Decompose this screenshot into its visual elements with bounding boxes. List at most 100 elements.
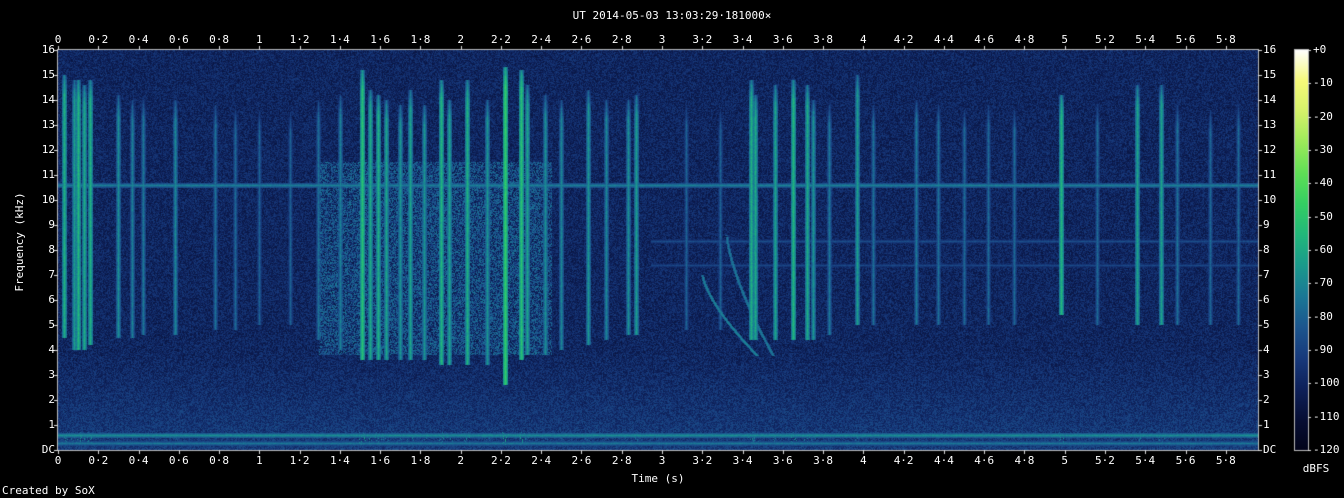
colorbar-tick-label: -20 bbox=[1313, 109, 1333, 123]
colorbar-tick-label: -60 bbox=[1313, 243, 1333, 256]
x-tick-label-top: 5 bbox=[1061, 33, 1069, 46]
colorbar-tick-label: -10 bbox=[1313, 76, 1333, 90]
x-tick-label-bottom: 3·8 bbox=[813, 454, 834, 467]
x-tick-label-top: 2·2 bbox=[491, 33, 511, 46]
x-tick-label-top: 4·2 bbox=[893, 33, 914, 46]
y-tick-label-left: 15 bbox=[41, 68, 55, 81]
x-tick-label-top: 5·8 bbox=[1215, 33, 1236, 46]
x-tick-label-bottom: 0·6 bbox=[168, 454, 189, 467]
x-tick-label-bottom: 0·4 bbox=[128, 454, 149, 467]
x-tick-label-top: 1·6 bbox=[370, 33, 391, 46]
y-tick-label-right: DC bbox=[1263, 443, 1277, 456]
x-tick-label-top: 1·8 bbox=[410, 33, 431, 46]
x-tick-label-top: 4·4 bbox=[933, 33, 954, 46]
y-tick-label-right: 4 bbox=[1263, 343, 1270, 356]
x-tick-label-bottom: 4 bbox=[860, 454, 867, 467]
x-tick-label-top: 1·2 bbox=[289, 33, 310, 46]
x-tick-label-bottom: 5·6 bbox=[1175, 454, 1196, 467]
y-tick-label-left: 3 bbox=[48, 368, 55, 381]
x-tick-label-bottom: 1·2 bbox=[289, 454, 310, 467]
colorbar-tick-label: -120 bbox=[1313, 443, 1340, 456]
x-tick-label-bottom: 2 bbox=[457, 454, 464, 467]
x-tick-label-top: 0·6 bbox=[168, 33, 189, 46]
x-tick-label-top: 3·6 bbox=[772, 33, 793, 46]
x-tick-label-bottom: 1·8 bbox=[410, 454, 431, 467]
x-tick-label-top: 0·2 bbox=[88, 33, 109, 46]
x-tick-label-top: 0·8 bbox=[209, 33, 229, 46]
x-tick-label-bottom: 3·4 bbox=[732, 454, 753, 467]
colorbar-tick-label: -90 bbox=[1313, 343, 1333, 356]
y-tick-label-right: 5 bbox=[1263, 318, 1270, 331]
colorbar-tick-label: +0 bbox=[1313, 43, 1327, 56]
x-tick-label-top: 2·4 bbox=[531, 33, 552, 46]
y-tick-label-right: 13 bbox=[1263, 118, 1277, 131]
y-tick-label-right: 10 bbox=[1263, 193, 1277, 206]
x-tick-label-top: 2 bbox=[457, 33, 464, 46]
y-tick-label-left: 8 bbox=[48, 243, 55, 256]
x-axis-label: Time (s) bbox=[631, 472, 685, 485]
y-tick-label-right: 9 bbox=[1263, 218, 1270, 231]
x-tick-label-bottom: 0 bbox=[54, 454, 62, 467]
x-tick-label-bottom: 0·2 bbox=[88, 454, 109, 467]
y-tick-label-right: 3 bbox=[1263, 368, 1270, 381]
spectrogram-figure bbox=[0, 0, 1344, 498]
y-tick-label-right: 6 bbox=[1263, 293, 1270, 306]
x-tick-label-bottom: 4·4 bbox=[933, 454, 954, 467]
y-tick-label-left: DC bbox=[41, 443, 55, 456]
y-tick-label-left: 1 bbox=[48, 418, 55, 431]
x-tick-label-top: 3·2 bbox=[692, 33, 713, 46]
y-tick-label-left: 7 bbox=[48, 268, 55, 281]
colorbar-tick-label: -110 bbox=[1313, 409, 1340, 423]
y-tick-label-right: 7 bbox=[1263, 268, 1270, 281]
x-tick-label-bottom: 3·2 bbox=[692, 454, 713, 467]
y-tick-label-left: 5 bbox=[48, 318, 55, 331]
y-tick-label-right: 15 bbox=[1263, 68, 1277, 81]
x-tick-label-top: 0·4 bbox=[128, 33, 149, 46]
x-tick-label-top: 5·6 bbox=[1175, 33, 1196, 46]
x-tick-label-bottom: 4·6 bbox=[974, 454, 995, 467]
x-tick-label-bottom: 1 bbox=[256, 454, 263, 467]
y-tick-label-left: 13 bbox=[41, 118, 55, 131]
colorbar-tick-label: -70 bbox=[1313, 276, 1333, 290]
x-tick-label-bottom: 1·6 bbox=[370, 454, 391, 467]
y-tick-label-left: 16 bbox=[41, 43, 55, 56]
y-tick-label-left: 11 bbox=[41, 168, 55, 181]
x-tick-label-top: 4 bbox=[860, 33, 867, 46]
x-tick-label-top: 5·2 bbox=[1095, 33, 1115, 46]
x-tick-label-bottom: 5·2 bbox=[1095, 454, 1115, 467]
x-tick-label-bottom: 0·8 bbox=[209, 454, 229, 467]
colorbar-tick-label: -40 bbox=[1313, 176, 1333, 190]
x-tick-label-bottom: 2·4 bbox=[531, 454, 552, 467]
x-tick-label-bottom: 2·8 bbox=[611, 454, 632, 467]
chart-title: UT 2014-05-03 13:03:29·181000× bbox=[572, 9, 772, 22]
x-tick-label-top: 3·4 bbox=[732, 33, 753, 46]
x-tick-label-top: 1 bbox=[256, 33, 263, 46]
x-tick-label-bottom: 2·2 bbox=[491, 454, 511, 467]
colorbar-tick-label: -100 bbox=[1313, 376, 1340, 390]
x-tick-label-bottom: 5 bbox=[1061, 454, 1069, 467]
x-tick-label-bottom: 4·8 bbox=[1014, 454, 1035, 467]
x-tick-label-bottom: 5·8 bbox=[1215, 454, 1236, 467]
y-tick-label-right: 14 bbox=[1263, 93, 1277, 106]
y-tick-label-left: 4 bbox=[48, 343, 55, 356]
y-tick-label-right: 16 bbox=[1263, 43, 1277, 56]
x-tick-label-bottom: 2·6 bbox=[571, 454, 592, 467]
y-tick-label-right: 2 bbox=[1263, 393, 1270, 406]
colorbar-unit-label: dBFS bbox=[1302, 462, 1330, 475]
colorbar-tick-label: -30 bbox=[1313, 143, 1333, 156]
y-tick-label-right: 1 bbox=[1263, 418, 1270, 431]
colorbar-tick-label: -80 bbox=[1313, 309, 1333, 323]
x-tick-label-top: 3 bbox=[658, 33, 666, 46]
x-tick-label-bottom: 1·4 bbox=[329, 454, 350, 467]
y-tick-label-right: 11 bbox=[1263, 168, 1277, 181]
x-tick-label-top: 4·6 bbox=[974, 33, 995, 46]
y-tick-label-left: 9 bbox=[48, 218, 55, 231]
x-tick-label-top: 2·6 bbox=[571, 33, 592, 46]
x-tick-label-top: 5·4 bbox=[1135, 33, 1156, 46]
y-tick-label-right: 12 bbox=[1263, 143, 1277, 156]
x-tick-label-bottom: 3 bbox=[658, 454, 666, 467]
y-tick-label-left: 10 bbox=[41, 193, 55, 206]
x-tick-label-top: 4·8 bbox=[1014, 33, 1035, 46]
x-tick-label-bottom: 3·6 bbox=[772, 454, 793, 467]
colorbar-tick-label: -50 bbox=[1313, 209, 1333, 223]
